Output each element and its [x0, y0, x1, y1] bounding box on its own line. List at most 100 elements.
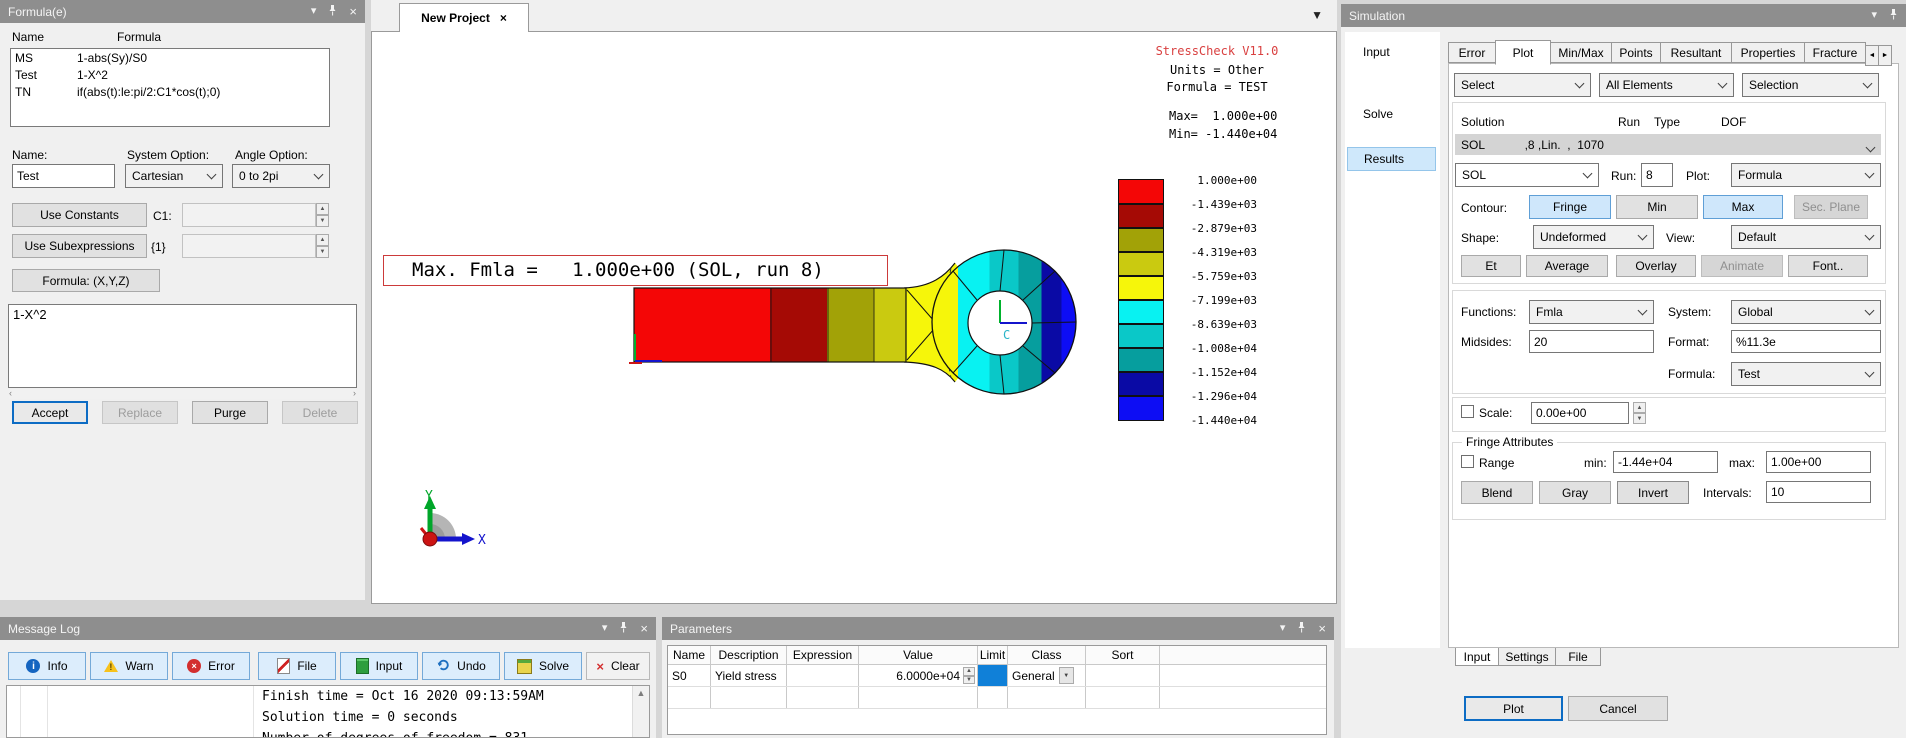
tab-scroll-left-icon[interactable]: ◄	[1865, 45, 1879, 66]
intervals-input[interactable]: 10	[1766, 481, 1871, 503]
scale-spinner[interactable]: ▲▼	[1633, 402, 1646, 424]
close-icon[interactable]: ×	[1318, 623, 1326, 634]
formula-listbox[interactable]: MS1-abs(Sy)/S0 Test1-X^2 TNif(abs(t):le:…	[10, 48, 330, 127]
formula-editor-hscrollbar[interactable]: ‹›	[9, 389, 356, 399]
close-icon[interactable]: ×	[349, 6, 357, 17]
accept-button[interactable]: Accept	[12, 401, 88, 424]
system-option-select[interactable]: Cartesian	[125, 164, 223, 188]
fringe-button[interactable]: Fringe	[1529, 195, 1611, 219]
overlay-button[interactable]: Overlay	[1616, 255, 1696, 277]
class-dropdown-button[interactable]: ▼	[1059, 667, 1074, 684]
chevron-down-icon[interactable]: ▾	[602, 623, 608, 634]
pin-icon[interactable]	[328, 5, 337, 19]
cancel-button[interactable]: Cancel	[1568, 696, 1668, 721]
nav-item-solve[interactable]: Solve	[1363, 107, 1393, 121]
solution-list-row[interactable]: SOL ,8 ,Lin. , 1070	[1455, 134, 1881, 155]
param-class-cell[interactable]: General ▼	[1008, 665, 1086, 686]
bottom-tab-file[interactable]: File	[1555, 648, 1601, 666]
select-mode-select[interactable]: Select	[1454, 73, 1591, 97]
view-select[interactable]: Default	[1731, 225, 1881, 249]
purge-button[interactable]: Purge	[192, 401, 268, 424]
range-min-input[interactable]: -1.44e+04	[1613, 451, 1718, 473]
formula-xyz-button[interactable]: Formula: (X,Y,Z)	[12, 269, 160, 292]
error-filter-button[interactable]: × Error	[172, 652, 250, 680]
nav-item-results[interactable]: Results	[1347, 147, 1436, 171]
input-log-button[interactable]: Input	[340, 652, 418, 680]
sec-plane-button[interactable]: Sec. Plane	[1794, 195, 1868, 219]
shape-select[interactable]: Undeformed	[1533, 225, 1654, 249]
c1-input[interactable]	[182, 203, 316, 227]
tab-error[interactable]: Error	[1448, 42, 1496, 63]
scale-checkbox[interactable]	[1461, 405, 1474, 418]
use-constants-button[interactable]: Use Constants	[12, 203, 147, 227]
font-button[interactable]: Font..	[1788, 255, 1868, 277]
use-subexpressions-button[interactable]: Use Subexpressions	[12, 234, 147, 258]
tab-plot[interactable]: Plot	[1495, 40, 1551, 65]
animate-button[interactable]: Animate	[1701, 255, 1783, 277]
log-output[interactable]: Finish time = Oct 16 2020 09:13:59AM Sol…	[6, 685, 650, 738]
chevron-down-icon[interactable]: ▾	[1871, 10, 1877, 21]
tab-list-chevron-icon[interactable]: ▼	[1311, 8, 1323, 22]
system-select[interactable]: Global	[1731, 300, 1881, 324]
subexpression-spinner[interactable]: ▲▼	[316, 234, 329, 258]
min-button[interactable]: Min	[1616, 195, 1698, 219]
tab-new-project[interactable]: New Project ×	[399, 3, 529, 32]
solution-select[interactable]: SOL	[1455, 163, 1599, 187]
value-spinner[interactable]: ▲▼	[963, 667, 975, 684]
formula-name-input[interactable]: Test	[12, 164, 115, 188]
plot-button[interactable]: Plot	[1464, 696, 1563, 721]
delete-button[interactable]: Delete	[282, 401, 358, 424]
formula-editor[interactable]: 1-X^2	[8, 304, 357, 388]
warn-filter-button[interactable]: ! Warn	[90, 652, 168, 680]
file-log-button[interactable]: File	[258, 652, 336, 680]
scale-input[interactable]: 0.00e+00	[1531, 402, 1629, 424]
pin-icon[interactable]	[1297, 622, 1306, 636]
bottom-tab-settings[interactable]: Settings	[1498, 648, 1556, 666]
selection-select[interactable]: Selection	[1742, 73, 1879, 97]
plot-type-select[interactable]: Formula	[1731, 163, 1881, 187]
log-scrollbar[interactable]: ▲	[632, 686, 649, 737]
formula-select[interactable]: Test	[1731, 362, 1881, 386]
average-button[interactable]: Average	[1526, 255, 1608, 277]
replace-button[interactable]: Replace	[102, 401, 178, 424]
pin-icon[interactable]	[1889, 9, 1898, 23]
chevron-down-icon[interactable]: ▾	[311, 6, 317, 17]
bottom-tab-input[interactable]: Input	[1455, 648, 1499, 666]
param-value-cell[interactable]: 6.0000e+04 ▲▼	[859, 665, 978, 686]
formula-list-row[interactable]: TNif(abs(t):le:pi/2:C1*cos(t);0)	[11, 85, 329, 102]
run-input[interactable]: 8	[1641, 163, 1673, 187]
blend-button[interactable]: Blend	[1461, 481, 1533, 504]
param-sort-cell[interactable]	[1086, 665, 1160, 686]
subexpression-input[interactable]	[182, 234, 316, 258]
close-icon[interactable]: ×	[640, 623, 648, 634]
et-button[interactable]: Et	[1461, 255, 1521, 277]
tab-points[interactable]: Points	[1611, 42, 1661, 63]
tab-scroll-right-icon[interactable]: ►	[1878, 45, 1892, 66]
clear-log-button[interactable]: × Clear	[586, 652, 650, 680]
angle-option-select[interactable]: 0 to 2pi	[232, 164, 330, 188]
parameter-row-empty[interactable]	[668, 687, 1326, 709]
format-input[interactable]: %11.3e	[1731, 330, 1881, 353]
c1-spinner[interactable]: ▲▼	[316, 203, 329, 227]
tab-fracture[interactable]: Fracture	[1804, 42, 1866, 63]
param-expression-cell[interactable]	[787, 665, 859, 686]
tab-resultant[interactable]: Resultant	[1660, 42, 1732, 63]
midsides-input[interactable]: 20	[1529, 330, 1654, 353]
undo-button[interactable]: Undo	[422, 652, 500, 680]
tab-minmax[interactable]: Min/Max	[1550, 42, 1612, 63]
max-button[interactable]: Max	[1703, 195, 1783, 219]
param-limit-cell[interactable]	[978, 665, 1008, 686]
nav-item-input[interactable]: Input	[1363, 45, 1390, 59]
solve-log-button[interactable]: Solve	[504, 652, 582, 680]
formula-list-row[interactable]: MS1-abs(Sy)/S0	[11, 51, 329, 68]
tab-close-icon[interactable]: ×	[500, 11, 507, 25]
info-filter-button[interactable]: i Info	[8, 652, 86, 680]
range-checkbox[interactable]	[1461, 455, 1474, 468]
invert-button[interactable]: Invert	[1617, 481, 1689, 504]
gray-button[interactable]: Gray	[1539, 481, 1611, 504]
tab-properties[interactable]: Properties	[1731, 42, 1805, 63]
functions-select[interactable]: Fmla	[1529, 300, 1654, 324]
pin-icon[interactable]	[619, 622, 628, 636]
range-max-input[interactable]: 1.00e+00	[1766, 451, 1871, 473]
chevron-down-icon[interactable]: ▾	[1280, 623, 1286, 634]
